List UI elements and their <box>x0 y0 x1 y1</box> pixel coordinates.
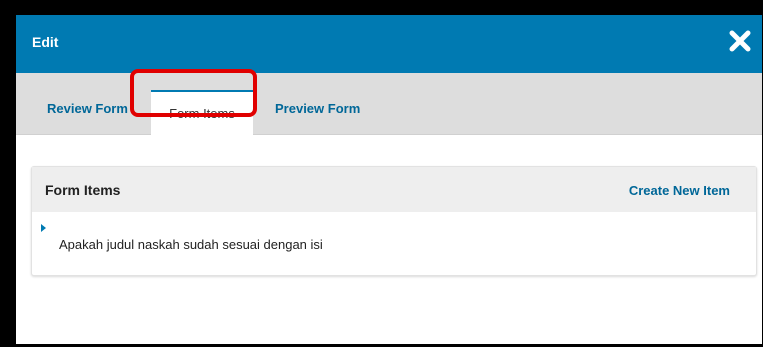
modal-header: Edit <box>16 15 762 73</box>
expand-arrow-icon[interactable] <box>41 224 46 232</box>
create-new-item-button[interactable]: Create New Item <box>629 183 730 198</box>
tab-bar: Review Form Form Items Preview Form <box>16 73 762 135</box>
list-item: Apakah judul naskah sudah sesuai dengan … <box>32 212 756 274</box>
panel-header: Form Items Create New Item <box>32 167 756 212</box>
panel-title: Form Items <box>45 182 121 198</box>
list-item-label: Apakah judul naskah sudah sesuai dengan … <box>59 237 323 252</box>
form-items-panel: Form Items Create New Item Apakah judul … <box>31 166 757 276</box>
modal-title: Edit <box>32 34 59 50</box>
tab-preview-form[interactable]: Preview Form <box>275 101 360 116</box>
close-icon[interactable] <box>728 29 752 53</box>
tab-form-items[interactable]: Form Items <box>151 90 253 135</box>
tab-review-form[interactable]: Review Form <box>47 101 128 116</box>
edit-modal: Edit Review Form Form Items Preview Form… <box>16 15 762 344</box>
